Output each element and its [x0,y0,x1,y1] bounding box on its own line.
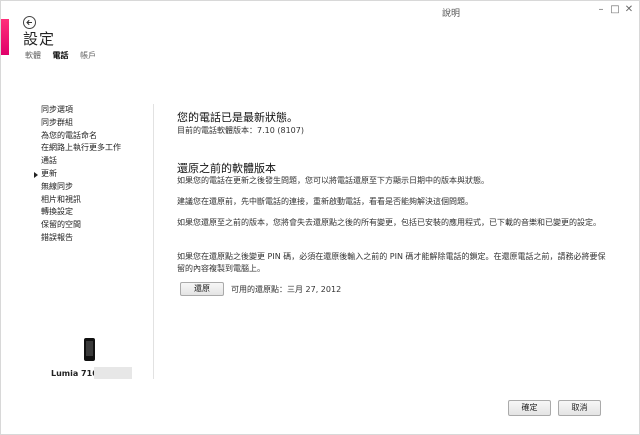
tab-account[interactable]: 帳戶 [80,51,96,60]
phone-icon [84,338,95,361]
tab-software[interactable]: 軟體 [25,51,41,60]
restore-paragraph-2: 建議您在還原前，先中斷電話的連接，重新啟動電話，看看是否能夠解決這個問題。 [177,197,473,206]
restore-paragraph-3: 如果您還原至之前的版本，您將會失去還原點之後的所有變更，包括已安裝的應用程式，已… [177,218,601,227]
help-link[interactable]: 說明 [442,6,460,19]
accent-bar [1,19,9,55]
top-tabs: 軟體 電話 帳戶 [25,50,105,61]
maximize-button[interactable]: □ [608,3,622,17]
sidebar-item-photos-videos[interactable]: 相片和視訊 [41,194,146,207]
vertical-divider [153,104,154,379]
restore-heading: 還原之前的軟體版本 [177,162,276,175]
page-title: 設定 [23,30,56,48]
restore-paragraph-1: 如果您的電話在更新之後發生問題，您可以將電話還原至下方顯示日期中的版本與狀態。 [177,176,489,185]
sidebar-item-update[interactable]: 更新 [34,168,146,181]
status-version: 目前的電話軟體版本：7.10 (8107) [177,126,304,135]
sidebar-item-name-phone[interactable]: 為您的電話命名 [41,130,146,143]
sidebar-item-sync-groups[interactable]: 同步群組 [41,117,146,130]
sidebar-item-conversion[interactable]: 轉換設定 [41,206,146,219]
sidebar-item-online[interactable]: 在網路上執行更多工作 [41,142,146,155]
cancel-button[interactable]: 取消 [558,400,601,416]
sidebar-item-sync-options[interactable]: 同步選項 [41,104,146,117]
status-title: 您的電話已是最新狀態。 [177,111,298,124]
device-name: Lumia 710 [51,369,98,378]
sidebar-item-wireless-sync[interactable]: 無線同步 [41,181,146,194]
sidebar-item-reserved-space[interactable]: 保留的空間 [41,219,146,232]
restore-point-text: 可用的還原點：三月 27, 2012 [231,285,342,294]
minimize-button[interactable]: – [594,3,608,17]
restore-button[interactable]: 還原 [180,282,224,296]
device-name-blur [94,367,132,379]
tab-phone[interactable]: 電話 [53,51,69,60]
settings-window: 說明 – □ ✕ 設定 軟體 電話 帳戶 同步選項 同步群組 為您的電話命名 在… [0,0,640,435]
ok-button[interactable]: 確定 [508,400,551,416]
sidebar-item-calls[interactable]: 通話 [41,155,146,168]
restore-paragraph-4: 如果您在還原點之後變更 PIN 碼，必須在還原後輸入之前的 PIN 碼才能解除電… [177,252,606,273]
sidebar-item-error-reporting[interactable]: 錯誤報告 [41,232,146,245]
close-button[interactable]: ✕ [622,3,636,17]
sidebar-nav: 同步選項 同步群組 為您的電話命名 在網路上執行更多工作 通話 更新 無線同步 … [34,104,146,245]
